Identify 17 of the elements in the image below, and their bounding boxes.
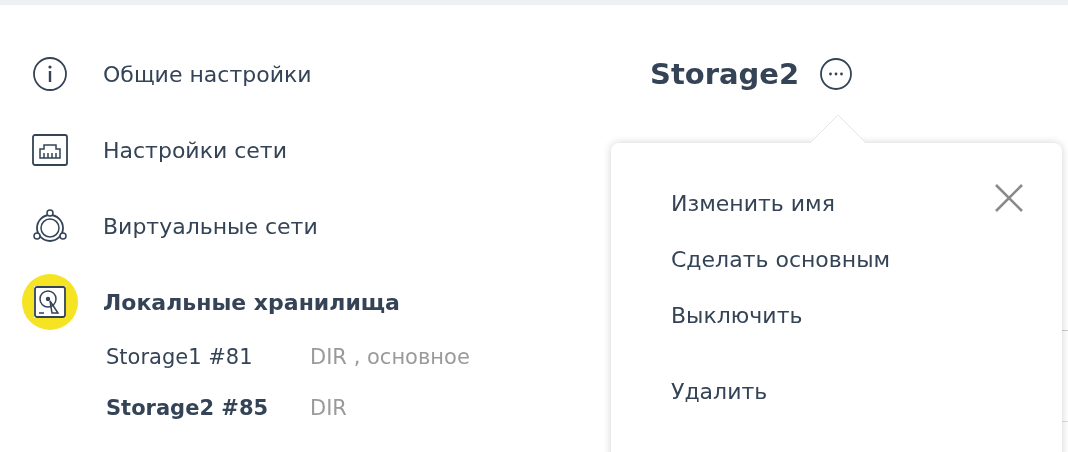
menu-item[interactable]: Удалить — [671, 375, 768, 431]
menu-item[interactable]: Выключить — [671, 299, 803, 355]
storage-item[interactable]: Storage1 #81 DIR , основное — [106, 331, 580, 382]
network-port-icon — [32, 134, 68, 166]
more-options-icon[interactable] — [819, 57, 854, 91]
virtual-network-icon — [32, 208, 68, 244]
storage-title: Storage2 — [650, 57, 800, 91]
sidebar-item[interactable]: Виртуальные сети — [22, 198, 580, 254]
sidebar-item[interactable]: Общие настройки — [22, 46, 580, 102]
sidebar-item[interactable]: Настройки сети — [22, 122, 580, 178]
info-icon — [32, 56, 68, 92]
hard-disk-icon — [34, 286, 66, 318]
sidebar-item[interactable]: Локальные хранилища — [22, 274, 580, 330]
close-icon[interactable] — [994, 183, 1024, 213]
menu-item[interactable]: Сделать основным — [671, 243, 891, 299]
storage-item[interactable]: Storage2 #85 DIR — [106, 382, 580, 433]
menu-item[interactable]: Изменить имя — [671, 187, 835, 243]
